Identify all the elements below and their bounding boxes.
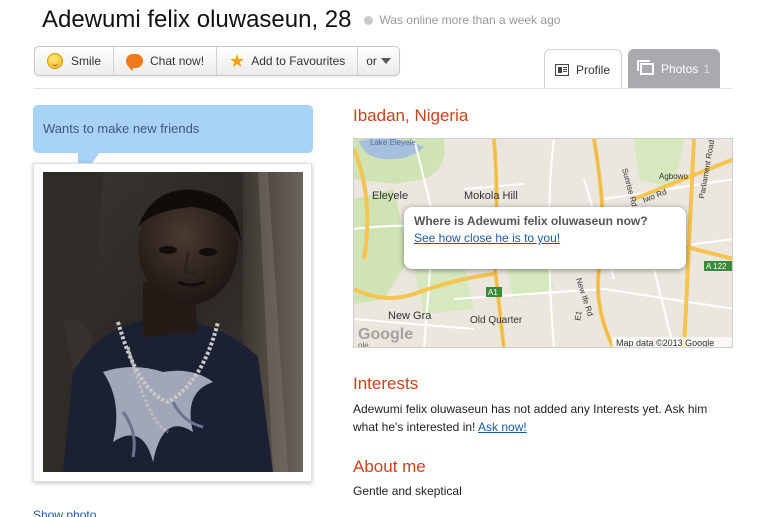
- photos-count: 1: [703, 62, 710, 76]
- map-info-popup: Where is Adewumi felix oluwaseun now? Se…: [404, 207, 686, 269]
- tab-profile-label: Profile: [576, 62, 611, 77]
- tab-divider: [34, 88, 732, 89]
- online-status-text: Was online more than a week ago: [379, 13, 561, 27]
- profile-name-age: Adewumi felix oluwaseun, 28: [42, 6, 352, 33]
- profile-photo-image: [43, 172, 303, 472]
- star-icon: ★: [229, 51, 246, 71]
- favourites-button-label: Add to Favourites: [251, 54, 346, 68]
- photos-icon: [637, 60, 654, 75]
- smile-button[interactable]: Smile: [35, 47, 115, 75]
- profile-tabs: Profile Photos 1: [544, 49, 720, 89]
- location-title: Ibadan, Nigeria: [353, 106, 469, 125]
- chat-bubble-icon: [126, 54, 144, 71]
- map-label-new-gra: New Gra: [388, 310, 432, 322]
- see-how-close-link[interactable]: See how close he is to you!: [414, 230, 676, 247]
- chat-button-label: Chat now!: [150, 54, 205, 68]
- status-bubble: Wants to make new friends: [33, 105, 313, 153]
- show-photo-link[interactable]: Show photo: [33, 508, 96, 517]
- profile-photo-frame: [33, 163, 312, 482]
- map-attribution: Map data ©2013 Google: [616, 338, 714, 348]
- chevron-down-icon: [380, 58, 391, 64]
- more-actions-label: or: [366, 54, 377, 68]
- map-label-ole: ole: [358, 341, 369, 348]
- location-map[interactable]: Lake Eleyele Eleyele Mokola Hill New Gra…: [353, 138, 733, 348]
- map-label-a1: A1: [488, 288, 498, 297]
- action-button-group: Smile Chat now! ★ Add to Favourites or: [34, 46, 400, 76]
- ask-now-link[interactable]: Ask now!: [478, 420, 527, 434]
- about-me-title: About me: [353, 457, 426, 476]
- map-label-eleyele: Eleyele: [372, 190, 408, 202]
- map-label-old-quarter: Old Quarter: [470, 315, 523, 326]
- chat-now-button[interactable]: Chat now!: [114, 47, 218, 75]
- about-me-text: Gentle and skeptical: [353, 484, 462, 498]
- map-popup-question: Where is Adewumi felix oluwaseun now?: [414, 214, 648, 228]
- interests-title: Interests: [353, 374, 419, 393]
- tab-profile[interactable]: Profile: [544, 49, 622, 89]
- online-status-dot-icon: [363, 15, 373, 25]
- map-label-lake-eleyele: Lake Eleyele: [370, 139, 416, 147]
- map-label-mokola-hill: Mokola Hill: [464, 190, 518, 202]
- map-label-agbowo: Agbowo: [659, 172, 688, 181]
- tab-photos[interactable]: Photos 1: [628, 49, 720, 89]
- smiley-icon: [47, 53, 63, 69]
- interests-text: Adewumi felix oluwaseun has not added an…: [353, 400, 733, 436]
- profile-card-icon: [555, 63, 569, 76]
- interests-body: Adewumi felix oluwaseun has not added an…: [353, 402, 708, 434]
- tab-photos-label: Photos: [660, 62, 699, 76]
- add-to-favourites-button[interactable]: ★ Add to Favourites: [217, 47, 359, 75]
- profile-photo[interactable]: [43, 172, 303, 472]
- profile-header: Adewumi felix oluwaseun, 28 Was online m…: [42, 6, 560, 34]
- smile-button-label: Smile: [71, 54, 102, 68]
- map-label-a122: A 122: [706, 262, 727, 271]
- status-bubble-text: Wants to make new friends: [43, 121, 200, 136]
- more-actions-dropdown[interactable]: or: [358, 47, 399, 75]
